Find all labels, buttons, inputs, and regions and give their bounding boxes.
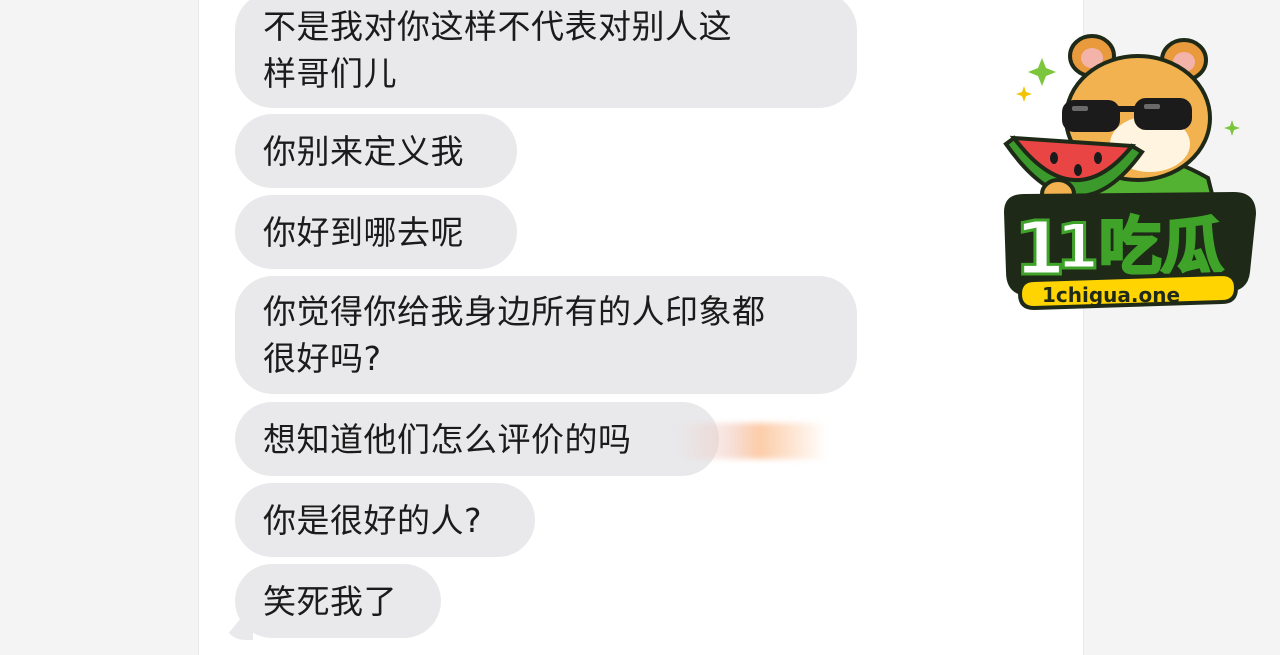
message-bubble[interactable]: 想知道他们怎么评价的吗 [235,402,719,476]
message-text: 你好到哪去呢 [263,212,464,252]
blurred-area [677,423,827,459]
message-bubble[interactable]: 你好到哪去呢 [235,195,517,269]
logo-brand-cn: 1吃瓜 [1056,210,1223,283]
watermark-logo: 1 1吃瓜 1chigua.one [1000,18,1260,318]
logo-url: 1chigua.one [1042,283,1180,307]
message-text: 你别来定义我 [263,131,464,171]
message-bubble[interactable]: 你觉得你给我身边所有的人印象都 很好吗? [235,276,857,394]
message-text: 笑死我了 [263,581,397,621]
message-bubble[interactable]: 不是我对你这样不代表对别人这 样哥们儿 [235,0,857,108]
message-bubble[interactable]: 你别来定义我 [235,114,517,188]
message-bubble[interactable]: 你是很好的人? [235,483,535,557]
message-text: 想知道他们怎么评价的吗 [263,419,632,459]
message-text: 不是我对你这样不代表对别人这 [263,7,732,46]
hamster-watermelon-mascot-icon: 1 1吃瓜 1chigua.one [1003,34,1256,311]
message-bubble[interactable]: 笑死我了 [235,564,441,638]
message-text: 你是很好的人? [263,500,483,540]
chat-screen: 不是我对你这样不代表对别人这 样哥们儿 你别来定义我 你好到哪去呢 你觉得你给我… [198,0,1084,655]
message-text: 你觉得你给我身边所有的人印象都 [263,292,766,331]
message-text: 很好吗? [263,339,382,378]
message-text: 样哥们儿 [263,54,397,93]
